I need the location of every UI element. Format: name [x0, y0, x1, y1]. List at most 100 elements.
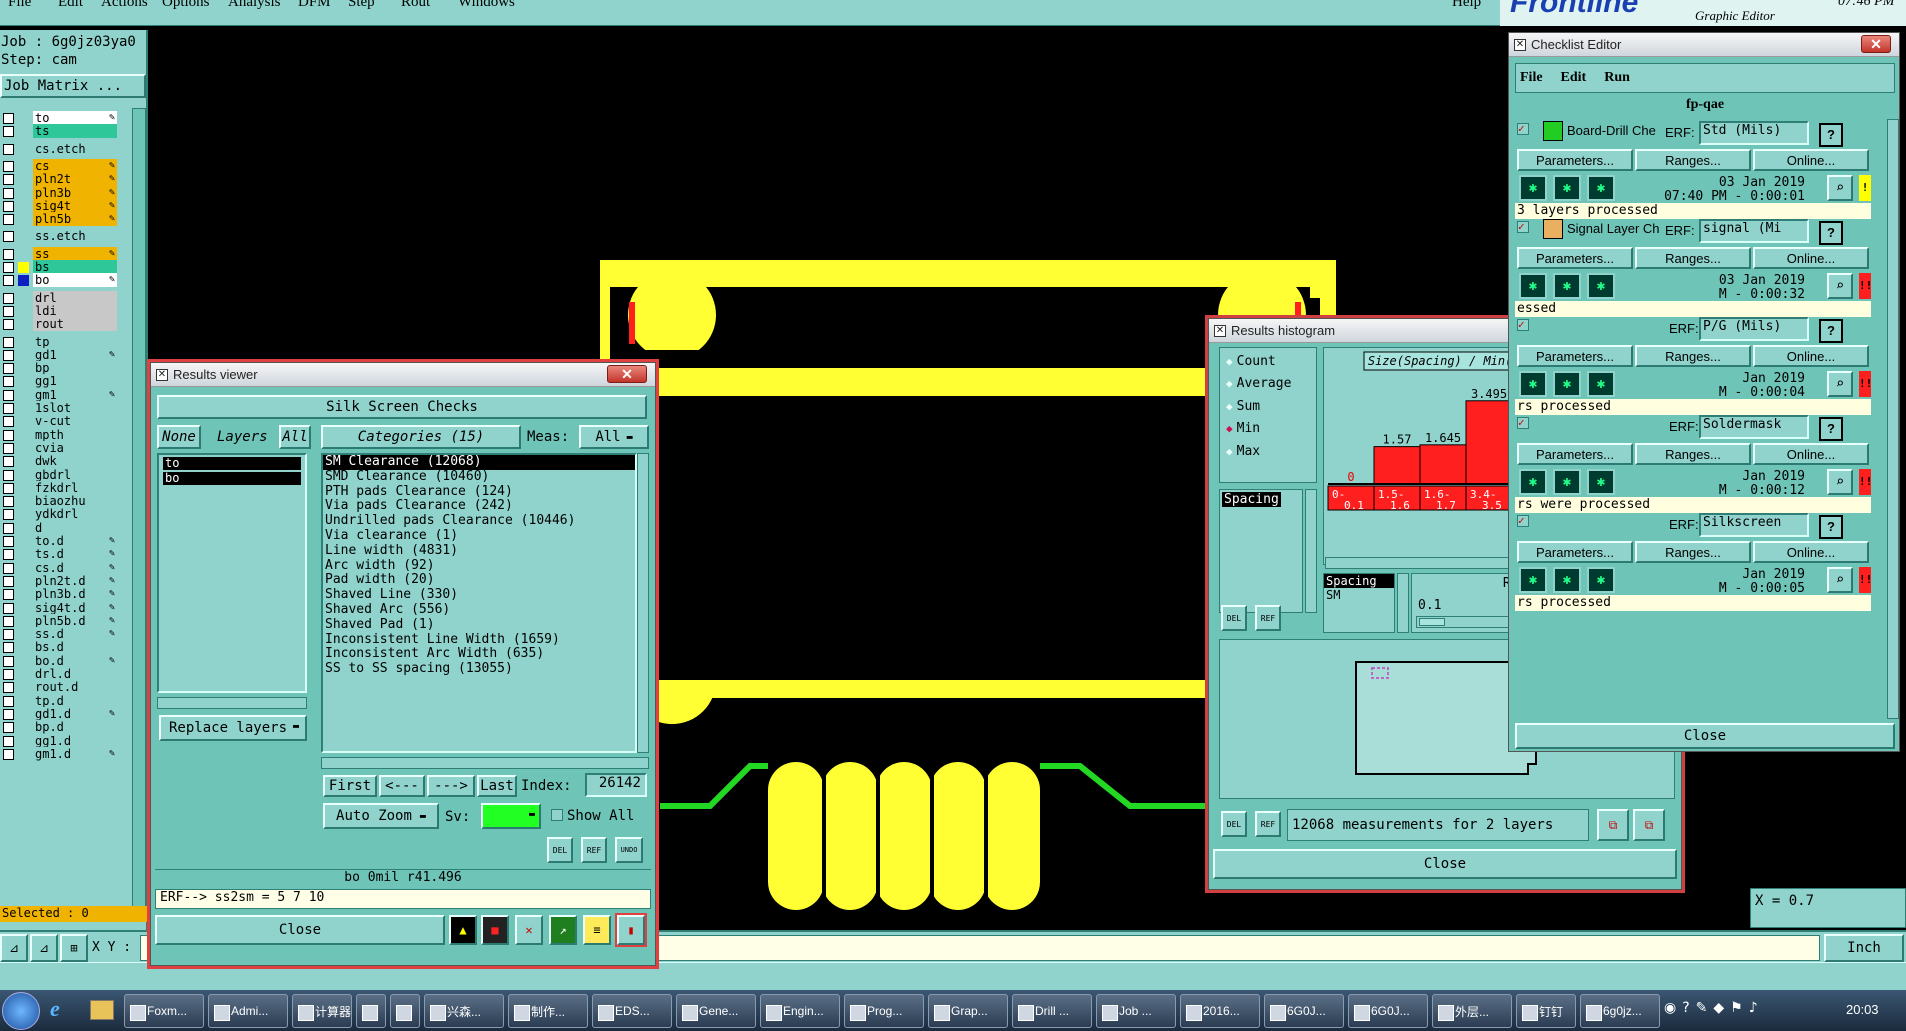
sv-color-selector[interactable]: ▬: [481, 803, 541, 829]
res-list-item[interactable]: Spacing: [1324, 574, 1394, 588]
report-icon[interactable]: ≡: [583, 915, 611, 945]
taskbar-button[interactable]: Prog...: [844, 994, 924, 1028]
category-item[interactable]: Shaved Arc (556): [323, 602, 635, 618]
layer-row-pln5b[interactable]: pln5b ✎: [0, 211, 120, 227]
help-icon[interactable]: ?: [1819, 515, 1843, 539]
close-button[interactable]: Close: [155, 915, 445, 945]
layer-list-item[interactable]: bo: [163, 472, 301, 485]
results-viewer-titlebar[interactable]: ✕ Results viewer ✕: [151, 363, 655, 387]
next-button[interactable]: --->: [427, 775, 475, 797]
zoom-icon[interactable]: ⌕: [1827, 175, 1853, 201]
category-item[interactable]: SS to SS spacing (13055): [323, 661, 635, 677]
layer-scrollbar[interactable]: [132, 108, 146, 918]
layer-checkbox[interactable]: [3, 319, 14, 331]
ref-icon[interactable]: REF: [1255, 811, 1281, 837]
taskbar-button[interactable]: 计算器: [292, 994, 352, 1028]
online-button[interactable]: Online...: [1753, 443, 1869, 465]
category-item[interactable]: Arc width (92): [323, 558, 635, 574]
layer-checkbox[interactable]: [3, 126, 14, 138]
category-item[interactable]: Via clearance (1): [323, 528, 635, 544]
layer-checkbox[interactable]: [3, 231, 14, 243]
check-enabled-checkbox[interactable]: ✓: [1517, 123, 1529, 135]
run-icon[interactable]: ✱: [1587, 273, 1615, 299]
layer-checkbox[interactable]: [3, 275, 14, 287]
del-icon[interactable]: DEL: [1221, 811, 1247, 837]
category-item[interactable]: Undrilled pads Clearance (10446): [323, 513, 635, 529]
checklist-menu-edit[interactable]: Edit: [1561, 70, 1587, 86]
help-icon[interactable]: ?: [1819, 417, 1843, 441]
ranges-button[interactable]: Ranges...: [1635, 247, 1751, 269]
check-enabled-checkbox[interactable]: ✓: [1517, 221, 1529, 233]
del-icon[interactable]: DEL: [1221, 605, 1247, 631]
online-button[interactable]: Online...: [1753, 149, 1869, 171]
option-min[interactable]: ◆ Min: [1226, 421, 1260, 436]
layer-row-ts[interactable]: ts: [0, 123, 120, 139]
layer-name[interactable]: ts: [33, 124, 117, 139]
export-icon[interactable]: ↗: [549, 915, 577, 945]
start-button[interactable]: [2, 992, 40, 1030]
layer-name[interactable]: gm1.d ✎: [33, 746, 117, 761]
job-matrix-button[interactable]: Job Matrix ...: [0, 74, 146, 98]
taskbar-button[interactable]: Job ...: [1096, 994, 1176, 1028]
option-sum[interactable]: ◆ Sum: [1226, 399, 1260, 414]
zoom-icon[interactable]: ⌕: [1827, 567, 1853, 593]
category-item[interactable]: SMD Clearance (10460): [323, 469, 635, 485]
option-average[interactable]: ◆ Average: [1226, 376, 1291, 391]
layer-row-ss.etch[interactable]: ss.etch: [0, 228, 120, 244]
replace-layers-dropdown[interactable]: Replace layers ▬: [159, 715, 307, 741]
run-icon[interactable]: ✱: [1519, 175, 1547, 201]
menu-options[interactable]: Options: [162, 0, 210, 11]
ranges-button[interactable]: Ranges...: [1635, 443, 1751, 465]
categories-hscroll[interactable]: [321, 757, 649, 769]
taskbar-button[interactable]: Grap...: [928, 994, 1008, 1028]
ref-icon[interactable]: REF: [1255, 605, 1281, 631]
layer-name[interactable]: cs.etch: [33, 141, 117, 156]
grid-icon[interactable]: ⊞: [60, 934, 88, 962]
taskbar-button[interactable]: 2016...: [1180, 994, 1260, 1028]
category-item[interactable]: SM Clearance (12068): [323, 454, 635, 470]
run-icon[interactable]: ✱: [1553, 371, 1581, 397]
erf-field[interactable]: Soldermask: [1699, 415, 1809, 439]
help-menu[interactable]: Help: [1452, 0, 1481, 11]
ranges-button[interactable]: Ranges...: [1635, 345, 1751, 367]
clear-icon[interactable]: ✕: [515, 915, 543, 945]
layer-row-rout[interactable]: rout: [0, 316, 120, 332]
layer-checkbox[interactable]: [3, 748, 14, 760]
layer-checkbox[interactable]: [3, 214, 14, 226]
categories-vscroll[interactable]: [637, 453, 649, 753]
category-item[interactable]: Shaved Pad (1): [323, 617, 635, 633]
run-icon[interactable]: ✱: [1519, 371, 1547, 397]
menu-step[interactable]: Step: [348, 0, 375, 11]
zoom-icon[interactable]: ⌕: [1827, 469, 1853, 495]
histogram-bar[interactable]: [1373, 446, 1421, 485]
taskbar-button[interactable]: Drill ...: [1012, 994, 1092, 1028]
close-icon[interactable]: ✕: [607, 365, 647, 383]
layer-name[interactable]: pln5b ✎: [33, 212, 117, 227]
index-field[interactable]: 26142: [585, 773, 647, 797]
category-item[interactable]: Pad width (20): [323, 573, 635, 588]
checklist-titlebar[interactable]: ✕ Checklist Editor ✕: [1509, 33, 1899, 57]
layer-checkbox[interactable]: [3, 143, 14, 155]
taskbar-button[interactable]: Foxm...: [124, 994, 204, 1028]
tool-icon-2[interactable]: ⊿: [30, 934, 58, 962]
run-icon[interactable]: ✱: [1587, 371, 1615, 397]
category-item[interactable]: PTH pads Clearance (124): [323, 484, 635, 500]
erf-field[interactable]: signal (Mi: [1699, 219, 1809, 243]
help-icon[interactable]: ?: [1819, 221, 1843, 245]
parameters-button[interactable]: Parameters...: [1517, 541, 1633, 563]
menu-windows[interactable]: Windows: [458, 0, 515, 11]
option-count[interactable]: ◆ Count: [1226, 354, 1276, 369]
online-button[interactable]: Online...: [1753, 345, 1869, 367]
run-icon[interactable]: ✱: [1553, 175, 1581, 201]
menu-file[interactable]: File: [8, 0, 31, 11]
run-icon[interactable]: ✱: [1587, 175, 1615, 201]
menu-edit[interactable]: Edit: [58, 0, 83, 11]
layers-list[interactable]: to bo: [157, 453, 307, 693]
layer-list-item[interactable]: to: [163, 457, 301, 470]
run-icon[interactable]: ✱: [1587, 469, 1615, 495]
run-icon[interactable]: ✱: [1553, 567, 1581, 593]
run-icon[interactable]: ✱: [1519, 469, 1547, 495]
slider-thumb[interactable]: [1419, 618, 1445, 626]
measure-icon[interactable]: ▲: [449, 915, 477, 945]
category-item[interactable]: Inconsistent Arc Width (635): [323, 647, 635, 662]
